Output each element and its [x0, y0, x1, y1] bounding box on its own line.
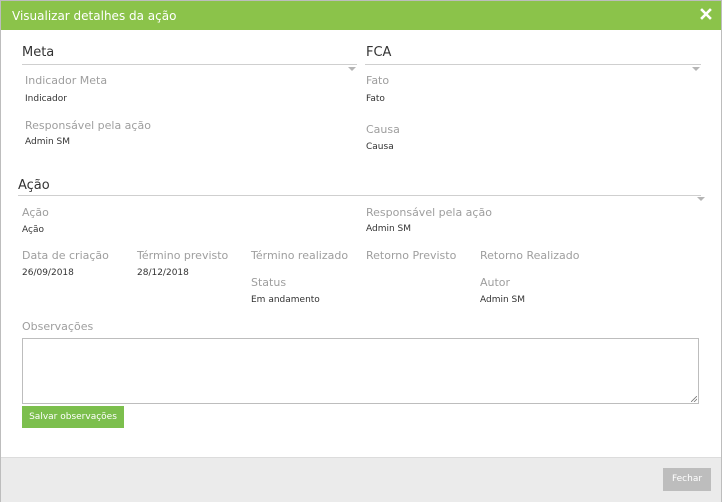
fca-collapse-caret-icon[interactable] [692, 67, 700, 71]
observacoes-label: Observações [22, 320, 94, 333]
termino-realizado-label: Término realizado [251, 249, 349, 262]
meta-section-divider [22, 64, 357, 65]
action-details-modal: Visualizar detalhes da ação Meta Indicad… [0, 0, 722, 502]
retorno-previsto-label: Retorno Previsto [366, 249, 457, 262]
modal-header: Visualizar detalhes da ação [1, 1, 721, 30]
status-value: Em andamento [251, 295, 320, 305]
acao-responsavel-value: Admin SM [366, 224, 412, 234]
fca-section-title: FCA [366, 45, 392, 60]
meta-collapse-caret-icon[interactable] [348, 67, 356, 71]
autor-label: Autor [480, 276, 511, 289]
termino-previsto-value: 28/12/2018 [137, 268, 189, 278]
fca-section-divider [365, 64, 701, 65]
meta-responsavel-value: Admin SM [25, 137, 71, 147]
acao-value: Ação [22, 225, 44, 235]
indicador-meta-value: Indicador [25, 94, 67, 104]
fato-value: Fato [366, 94, 385, 104]
acao-collapse-caret-icon[interactable] [697, 197, 705, 201]
causa-value: Causa [366, 142, 394, 152]
meta-section-title: Meta [22, 45, 55, 60]
close-button[interactable]: Fechar [663, 468, 711, 491]
causa-label: Causa [366, 123, 400, 136]
termino-previsto-label: Término previsto [137, 249, 229, 262]
acao-section-divider [18, 195, 701, 196]
fato-label: Fato [366, 74, 390, 87]
modal-footer [1, 457, 721, 502]
acao-responsavel-label: Responsável pela ação [366, 206, 492, 219]
modal-title: Visualizar detalhes da ação [12, 9, 177, 23]
autor-value: Admin SM [480, 295, 526, 305]
close-icon[interactable] [699, 7, 713, 21]
status-label: Status [251, 276, 287, 289]
data-criacao-label: Data de criação [22, 249, 109, 262]
retorno-realizado-label: Retorno Realizado [480, 249, 580, 262]
resize-handle-icon[interactable] [691, 396, 697, 402]
save-observations-button[interactable]: Salvar observações [22, 406, 124, 428]
data-criacao-value: 26/09/2018 [22, 268, 74, 278]
meta-responsavel-label: Responsável pela ação [25, 119, 151, 132]
acao-label: Ação [22, 206, 49, 219]
indicador-meta-label: Indicador Meta [25, 74, 108, 87]
acao-section-title: Ação [18, 178, 50, 193]
observacoes-textarea[interactable] [22, 338, 699, 404]
